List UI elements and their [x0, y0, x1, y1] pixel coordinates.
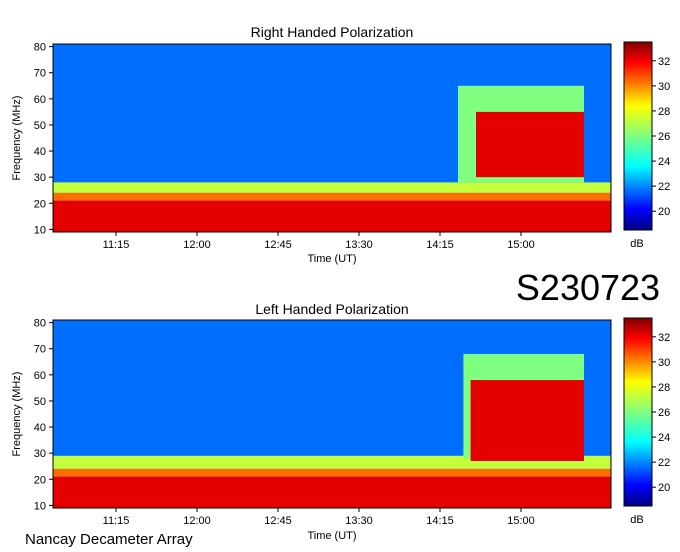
feature-band [53, 200, 611, 232]
x-tick-label: 11:15 [103, 515, 130, 527]
colorbar-tick-label: 22 [658, 457, 670, 469]
feature-emission [470, 380, 584, 461]
panel-title: Right Handed Polarization [251, 24, 414, 40]
y-tick-label: 70 [34, 344, 46, 356]
feature-band [53, 192, 611, 201]
y-tick-label: 60 [34, 370, 46, 382]
colorbar-tick-label: 32 [658, 332, 670, 344]
spectrogram-figure: Right Handed Polarization 11:15 12:00 12:4… [11, 24, 670, 548]
feature-band [53, 468, 611, 477]
colorbar-tick-label: 30 [658, 81, 670, 93]
colorbar-tick-label: 32 [658, 56, 670, 68]
feature-emission [476, 111, 584, 178]
x-tick-label: 12:45 [264, 515, 292, 527]
x-tick-label: 15:00 [507, 515, 535, 527]
y-tick-label: 40 [34, 422, 46, 434]
x-tick-label: 14:15 [426, 239, 454, 251]
y-tick-label: 80 [34, 42, 46, 54]
y-tick-label: 70 [34, 68, 46, 80]
observatory-label: Nancay Decameter Array [25, 531, 193, 548]
y-tick-label: 60 [34, 94, 46, 106]
colorbar-tick-label: 28 [658, 106, 670, 118]
y-axis-label: Frequency (MHz) [11, 96, 23, 181]
x-axis-ticks: 11:15 12:00 12:45 13:30 14:15 15:00 [103, 232, 535, 251]
colorbar-tick-label: 28 [658, 382, 670, 394]
x-axis-label: Time (UT) [307, 253, 356, 265]
x-tick-label: 11:15 [103, 239, 130, 251]
y-tick-label: 40 [34, 146, 46, 158]
colorbar-tick-label: 20 [658, 482, 670, 494]
panel-title: Left Handed Polarization [255, 301, 408, 317]
colorbar-unit-label: dB [630, 238, 643, 250]
colorbar-gradient [623, 41, 653, 231]
colorbar-tick-label: 22 [658, 181, 670, 193]
colorbar-tick-label: 24 [658, 432, 670, 444]
colorbar-tick-label: 26 [658, 131, 670, 143]
colorbar-gradient [623, 317, 653, 507]
colorbar-tick-label: 24 [658, 156, 670, 168]
x-tick-label: 15:00 [507, 239, 535, 251]
feature-band [53, 476, 611, 508]
y-tick-label: 80 [34, 318, 46, 330]
colorbar-unit-label: dB [630, 514, 643, 526]
x-tick-label: 12:00 [183, 239, 211, 251]
y-tick-label: 10 [34, 500, 46, 512]
x-tick-label: 12:00 [183, 515, 211, 527]
colorbar: 20 22 24 26 28 30 32 [623, 317, 670, 507]
y-tick-label: 20 [34, 474, 46, 486]
y-tick-label: 20 [34, 198, 46, 210]
colorbar-tick-label: 30 [658, 357, 670, 369]
colorbar-tick-label: 20 [658, 206, 670, 218]
y-tick-label: 50 [34, 120, 46, 132]
y-axis-ticks: 10 20 30 40 50 60 70 80 [34, 42, 53, 236]
y-tick-label: 30 [34, 172, 46, 184]
y-tick-label: 30 [34, 448, 46, 460]
x-axis-label: Time (UT) [307, 530, 356, 542]
colorbar-tick-label: 26 [658, 407, 670, 419]
spectrogram-plot [52, 43, 612, 233]
spectrogram-plot [52, 319, 612, 509]
x-tick-label: 13:30 [345, 515, 373, 527]
right-polarization-panel: Right Handed Polarization 11:15 12:00 12:4… [11, 24, 670, 265]
x-axis-ticks: 11:15 12:00 12:45 13:30 14:15 15:00 [103, 508, 535, 527]
left-polarization-panel: Left Handed Polarization 11:15 12:00 12:45… [11, 301, 670, 542]
y-tick-label: 10 [34, 224, 46, 236]
figure-id: S230723 [516, 267, 660, 308]
x-tick-label: 13:30 [345, 239, 373, 251]
feature-band [53, 182, 611, 193]
y-tick-label: 50 [34, 396, 46, 408]
x-tick-label: 14:15 [426, 515, 454, 527]
colorbar: 20 22 24 26 28 30 32 [623, 41, 670, 231]
x-tick-label: 12:45 [264, 239, 292, 251]
y-axis-label: Frequency (MHz) [11, 372, 23, 457]
y-axis-ticks: 10 20 30 40 50 60 70 80 [34, 318, 53, 512]
